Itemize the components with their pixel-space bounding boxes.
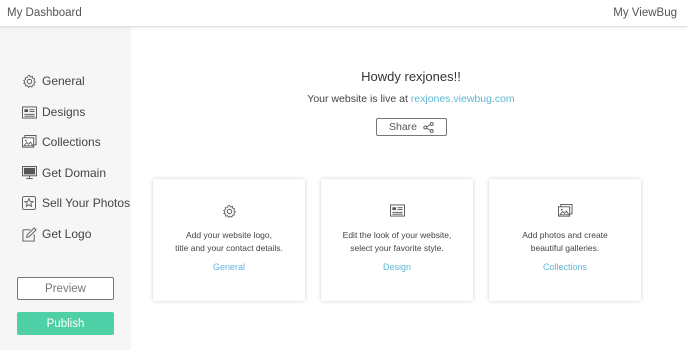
pencil-icon <box>21 226 37 242</box>
gear-icon <box>222 204 237 224</box>
card-collections-link[interactable]: Collections <box>489 262 641 272</box>
monitor-icon <box>21 165 37 181</box>
sidebar-item-designs[interactable]: Designs <box>21 102 85 122</box>
my-dashboard-link[interactable]: My Dashboard <box>7 7 82 19</box>
sidebar-item-label: Get Logo <box>42 227 92 241</box>
share-label: Share <box>388 121 418 133</box>
star-tag-icon <box>21 195 37 211</box>
my-viewbug-link[interactable]: My ViewBug <box>613 7 677 19</box>
share-icon <box>423 121 434 133</box>
sidebar-item-label: General <box>42 74 85 88</box>
sidebar: General Designs Collections Get Domain S… <box>0 27 131 350</box>
sidebar-item-label: Designs <box>42 105 86 119</box>
card-desc-line: Add photos and create <box>522 230 608 240</box>
gear-icon <box>21 73 37 89</box>
main-content: Howdy rexjones!! Your website is live at… <box>131 27 687 350</box>
card-collections: Add photos and create beautiful gallerie… <box>489 179 641 301</box>
live-prefix: Your website is live at <box>307 93 411 105</box>
sidebar-item-get-logo[interactable]: Get Logo <box>21 224 91 244</box>
sidebar-item-label: Sell Your Photos <box>42 196 131 210</box>
publish-button[interactable]: Publish <box>17 312 114 335</box>
card-general-link[interactable]: General <box>153 262 305 272</box>
card-desc-line: title and your contact details. <box>175 243 283 253</box>
share-button[interactable]: Share <box>376 118 447 136</box>
sidebar-item-collections[interactable]: Collections <box>21 132 101 152</box>
sidebar-item-sell-photos[interactable]: Sell Your Photos <box>21 193 130 213</box>
card-desc-line: Add your website logo, <box>186 230 272 240</box>
card-desc-line: Edit the look of your website, <box>342 230 452 240</box>
preview-button[interactable]: Preview <box>17 277 114 300</box>
photos-icon <box>557 204 573 223</box>
photos-icon <box>21 134 37 150</box>
greeting-heading: Howdy rexjones!! <box>361 69 461 84</box>
site-url-link[interactable]: rexjones.viewbug.com <box>411 93 515 105</box>
card-general: Add your website logo, title and your co… <box>153 179 305 301</box>
layout-icon <box>21 104 37 120</box>
card-desc-line: beautiful galleries. <box>530 243 600 253</box>
sidebar-item-get-domain[interactable]: Get Domain <box>21 163 106 183</box>
card-description: Add your website logo, title and your co… <box>159 229 299 255</box>
card-description: Edit the look of your website, select yo… <box>327 229 467 255</box>
top-bar: My Dashboard My ViewBug <box>0 0 687 27</box>
layout-icon <box>389 204 405 222</box>
card-design: Edit the look of your website, select yo… <box>321 179 473 301</box>
card-description: Add photos and create beautiful gallerie… <box>495 229 635 255</box>
live-status-text: Your website is live at rexjones.viewbug… <box>131 93 687 105</box>
sidebar-item-label: Collections <box>42 135 101 149</box>
card-desc-line: select your favorite style. <box>350 243 444 253</box>
sidebar-item-general[interactable]: General <box>21 71 85 91</box>
sidebar-item-label: Get Domain <box>42 166 107 180</box>
card-design-link[interactable]: Design <box>321 262 473 272</box>
